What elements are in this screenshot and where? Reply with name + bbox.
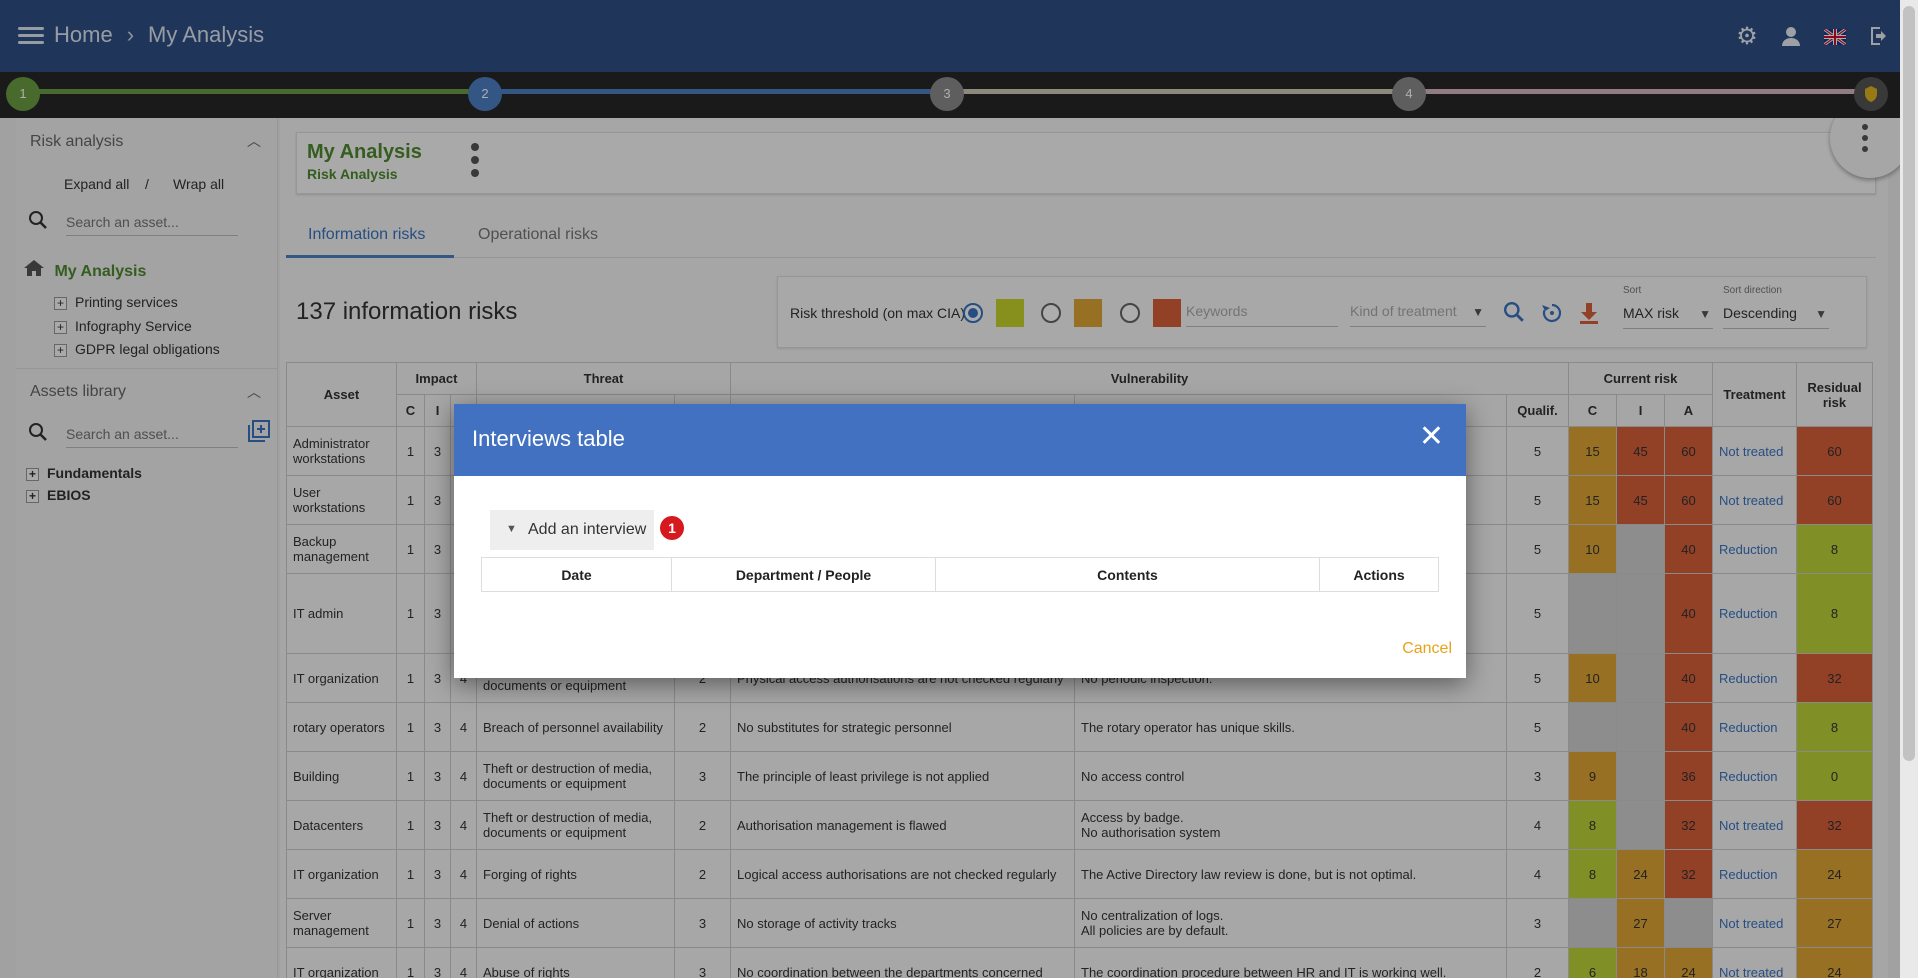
interviews-dialog: Interviews table ✕ ▼ Add an interview 1 … [454,404,1466,678]
interviews-table: Date Department / People Contents Action… [481,557,1439,592]
cancel-button[interactable]: Cancel [1402,640,1452,658]
scrollbar-thumb[interactable] [1903,6,1915,761]
col-date: Date [481,557,672,592]
dialog-header: Interviews table ✕ [454,404,1466,476]
close-icon[interactable]: ✕ [1419,422,1444,452]
col-actions: Actions [1319,557,1439,592]
col-contents: Contents [935,557,1320,592]
col-department-people: Department / People [671,557,936,592]
add-interview-label: Add an interview [528,521,647,538]
notification-badge: 1 [660,516,684,540]
add-interview-button[interactable]: ▼ Add an interview [490,510,654,550]
page-scrollbar[interactable] [1900,0,1918,978]
caret-down-icon: ▼ [506,523,517,535]
dialog-title: Interviews table [472,426,625,451]
